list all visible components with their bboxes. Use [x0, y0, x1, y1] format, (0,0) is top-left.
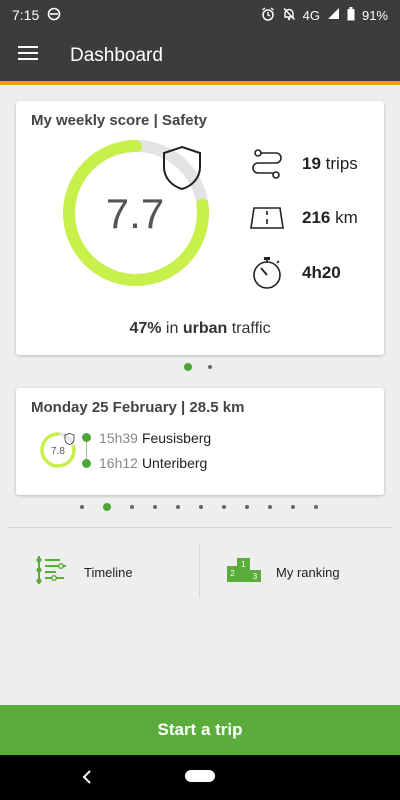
road-icon: [248, 201, 286, 235]
trip-pager-dot[interactable]: [222, 505, 226, 509]
status-bar: 7:15 4G 91%: [0, 0, 400, 30]
alarm-icon: [261, 6, 275, 24]
trip-shield-icon: [64, 432, 75, 450]
distance-value: 216: [302, 208, 331, 227]
trip-card[interactable]: Monday 25 February | 28.5 km 7.8 15h39 Fe…: [16, 388, 384, 495]
status-time: 7:15: [12, 7, 40, 23]
duration-value: 4h20: [302, 263, 341, 282]
route-start-dot: [82, 433, 91, 442]
trip-pager-dot[interactable]: [130, 505, 134, 509]
urban-traffic-summary: 47% in urban traffic: [16, 320, 384, 338]
trip-pager-dot[interactable]: [176, 505, 180, 509]
trip-pager-dot[interactable]: [199, 505, 203, 509]
urban-percent: 47%: [129, 320, 162, 337]
hamburger-menu-icon: [18, 45, 38, 66]
battery-level: 91%: [361, 7, 388, 23]
trip-pager-dot[interactable]: [245, 505, 249, 509]
weekly-score-card[interactable]: My weekly score | Safety 7.7 19 trips 21…: [16, 101, 384, 355]
trip-pager-dot[interactable]: [153, 505, 157, 509]
trip-pager-dot[interactable]: [268, 505, 272, 509]
timeline-button[interactable]: Timeline: [34, 548, 133, 596]
trip-card-pager[interactable]: [80, 503, 318, 511]
score-card-pager[interactable]: [184, 363, 212, 371]
trip-title: Monday 25 February | 28.5 km: [31, 399, 245, 416]
my-ranking-label: My ranking: [276, 564, 340, 580]
trip-end-place: Unteriberg: [141, 455, 208, 471]
page-title: Dashboard: [70, 44, 163, 66]
network-type: 4G: [302, 7, 320, 23]
stat-distance: 216 km: [248, 201, 358, 235]
route-end-dot: [82, 459, 91, 468]
trip-pager-dot[interactable]: [103, 503, 111, 511]
stat-trips: 19 trips: [248, 147, 358, 181]
app-bar: Dashboard: [0, 30, 400, 81]
trips-unit: trips: [325, 154, 358, 173]
my-ranking-button[interactable]: 12 3 My ranking: [226, 548, 340, 596]
trip-pager-dot[interactable]: [80, 505, 84, 509]
system-navigation-bar: [0, 755, 400, 800]
stat-duration: 4h20: [248, 256, 341, 290]
distance-unit: km: [335, 208, 358, 227]
shortcut-separator: [199, 544, 200, 598]
timeline-icon: [34, 554, 70, 591]
urban-traffic-word: traffic: [231, 320, 271, 337]
signal-icon: [327, 7, 340, 23]
trip-end: 16h12 Unteriberg: [99, 455, 207, 471]
stopwatch-icon: [248, 256, 286, 290]
trip-pager-dot[interactable]: [291, 505, 295, 509]
home-pill-icon[interactable]: [185, 770, 215, 782]
score-pager-dot[interactable]: [208, 365, 212, 369]
sync-icon: [47, 7, 61, 24]
trip-start-place: Feusisberg: [141, 430, 212, 446]
weekly-score-title: My weekly score | Safety: [31, 112, 207, 129]
svg-text:1: 1: [241, 560, 246, 569]
battery-icon: [347, 6, 355, 24]
urban-word: urban: [182, 320, 228, 337]
notifications-off-icon: [282, 7, 296, 24]
trips-count: 19: [302, 154, 321, 173]
back-icon[interactable]: [77, 766, 97, 788]
podium-icon: 12 3: [226, 556, 262, 589]
score-pager-dot[interactable]: [184, 363, 192, 371]
urban-in: in: [165, 320, 179, 337]
app-bar-accent-line: [0, 81, 400, 85]
trip-start: 15h39 Feusisberg: [99, 430, 211, 446]
route-icon: [248, 147, 286, 181]
svg-text:2: 2: [230, 569, 235, 578]
trip-pager-dot[interactable]: [314, 505, 318, 509]
menu-button[interactable]: [0, 30, 56, 81]
section-divider: [8, 527, 392, 528]
score-value: 7.7: [106, 190, 164, 237]
timeline-label: Timeline: [84, 564, 133, 580]
shield-icon: [161, 145, 203, 196]
svg-text:3: 3: [253, 572, 258, 581]
start-trip-button[interactable]: Start a trip: [0, 705, 400, 755]
trip-start-time: 15h39: [99, 430, 138, 446]
trip-end-time: 16h12: [99, 455, 138, 471]
